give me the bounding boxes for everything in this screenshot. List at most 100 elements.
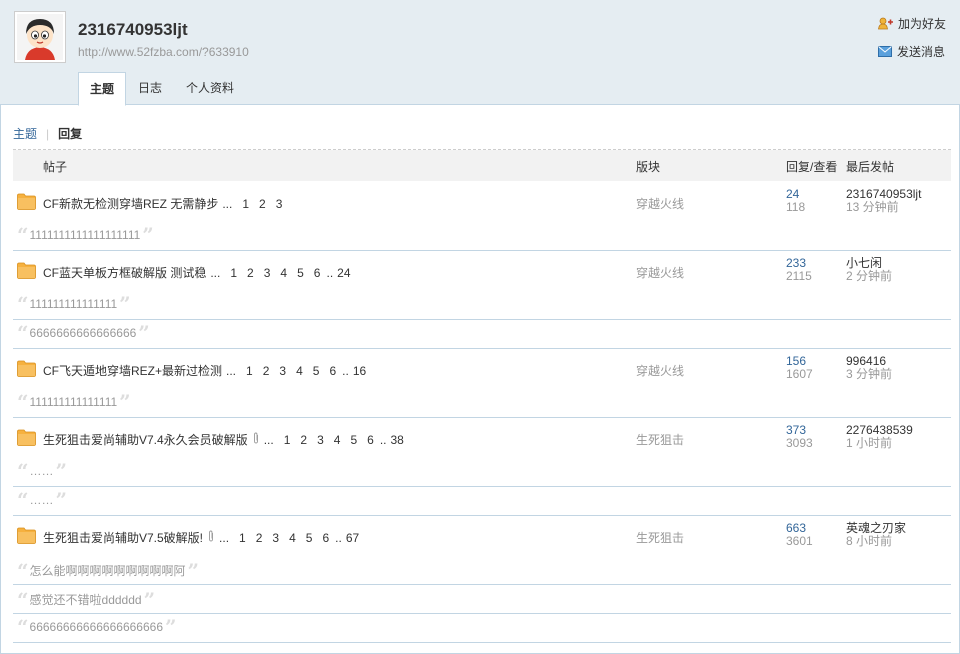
reply-text[interactable]: 111111111111111 [30, 297, 118, 311]
page-link[interactable]: 1 [242, 197, 249, 211]
last-page-link[interactable]: 16 [353, 364, 366, 378]
pager-gap: .. [326, 265, 334, 280]
page-link[interactable]: 2 [259, 197, 266, 211]
page-link[interactable]: 1 [239, 531, 246, 545]
avatar-image [17, 14, 63, 60]
thread-title-link[interactable]: CF新款无检测穿墙REZ 无需静步 [43, 195, 218, 212]
reply-text[interactable]: 怎么能啊啊啊啊啊啊啊啊啊阿 [30, 562, 186, 579]
page-link[interactable]: 3 [317, 433, 324, 447]
username: 2316740953ljt [78, 20, 188, 39]
page-link[interactable]: 4 [296, 364, 303, 378]
page-link[interactable]: 5 [350, 433, 357, 447]
last-page-link[interactable]: 67 [346, 531, 359, 545]
last-post-time: 3 分钟前 [846, 367, 893, 381]
page-link[interactable]: 1 [230, 266, 237, 280]
last-page-link[interactable]: 24 [337, 266, 350, 280]
page-link[interactable]: 6 [322, 531, 329, 545]
open-quote-icon: “ [17, 321, 29, 345]
user-url[interactable]: http://www.52fzba.com/?633910 [78, 45, 249, 59]
page-link[interactable]: 2 [263, 364, 270, 378]
profile-tabs: 主题 日志 个人资料 [78, 72, 246, 106]
thread-title-link[interactable]: CF蓝天单板方框破解版 测试稳 [43, 264, 206, 281]
tab-threads[interactable]: 主题 [78, 72, 127, 106]
close-quote-icon: ” [142, 223, 154, 247]
page-link[interactable]: 1 [284, 433, 291, 447]
close-quote-icon: ” [187, 558, 200, 583]
reply-text[interactable]: 6666666666666666 [30, 326, 137, 340]
avatar[interactable] [14, 11, 66, 63]
page-link[interactable]: 3 [264, 266, 271, 280]
reply-quote-row: “感觉还不错啦dddddd” [13, 585, 951, 614]
page-link[interactable]: 2 [247, 266, 254, 280]
subnav-threads-link[interactable]: 主题 [13, 125, 37, 142]
page-link[interactable]: 2 [300, 433, 307, 447]
page-link[interactable]: 3 [272, 531, 279, 545]
folder-icon [17, 262, 36, 279]
table-row: CF蓝天单板方框破解版 测试稳... 1 2 3 4 5 6.. 24 穿越火线 233 2115 小… [13, 251, 951, 291]
add-friend-button[interactable]: 加为好友 [878, 15, 946, 32]
tab-profile[interactable]: 个人资料 [174, 72, 246, 105]
reply-text[interactable]: …… [30, 493, 54, 507]
last-post-time: 8 小时前 [846, 534, 893, 548]
header-replies-views: 回复/查看 [786, 160, 838, 174]
header-post: 帖子 [43, 160, 68, 174]
open-quote-icon: “ [17, 488, 29, 512]
reply-quote: “66666666666666666666” [17, 615, 177, 639]
view-count: 3601 [786, 534, 813, 548]
open-quote-icon: “ [17, 223, 29, 247]
reply-quote-row: “1111111111111111111” [13, 222, 951, 251]
last-page-link[interactable]: 38 [391, 433, 404, 447]
reply-text[interactable]: …… [30, 464, 54, 478]
pager-ellipsis: ... [222, 196, 233, 211]
paperclip-icon [207, 530, 215, 545]
send-message-button[interactable]: 发送消息 [878, 43, 945, 60]
reply-text[interactable]: 1111111111111111111 [30, 228, 141, 242]
view-count: 3093 [786, 436, 813, 450]
last-post-time: 13 分钟前 [846, 200, 899, 214]
view-count: 1607 [786, 367, 813, 381]
close-quote-icon: ” [165, 615, 177, 639]
last-post-time: 1 小时前 [846, 436, 893, 450]
thread-title-cell: 生死狙击爱尚辅助V7.4永久会员破解版... 1 2 3 4 5 6.. 38 [43, 431, 404, 448]
table-row: CF飞天遁地穿墙REZ+最新过检测... 1 2 3 4 5 6.. 16 穿越火线 1 56 160… [13, 349, 951, 389]
close-quote-icon: ” [119, 390, 131, 414]
forum-link[interactable]: 穿越火线 [636, 362, 684, 379]
table-row: 生死狙击爱尚辅助V7.4永久会员破解版... 1 2 3 4 5 6.. 38 生死狙击 373 3… [13, 418, 951, 458]
table-row: 生死狙击爱尚辅助V7.5破解版!... 1 2 3 4 5 6.. 67 生死狙击 663 3601… [13, 516, 951, 556]
forum-link[interactable]: 生死狙击 [636, 431, 684, 448]
page-link[interactable]: 5 [313, 364, 320, 378]
page-link[interactable]: 4 [334, 433, 341, 447]
page-link[interactable]: 5 [297, 266, 304, 280]
forum-link[interactable]: 穿越火线 [636, 195, 684, 212]
thread-title-link[interactable]: 生死狙击爱尚辅助V7.4永久会员破解版 [43, 431, 248, 448]
page-link[interactable]: 6 [367, 433, 374, 447]
pager-ellipsis: ... [263, 432, 274, 447]
page-link[interactable]: 6 [314, 266, 321, 280]
close-quote-icon: ” [138, 321, 150, 345]
folder-icon [17, 360, 36, 377]
thread-title-link[interactable]: 生死狙击爱尚辅助V7.5破解版! [43, 529, 203, 546]
pager-gap: .. [335, 530, 342, 545]
forum-link[interactable]: 生死狙击 [636, 529, 684, 546]
page-link[interactable]: 4 [280, 266, 287, 280]
thread-title-link[interactable]: CF飞天遁地穿墙REZ+最新过检测 [43, 362, 222, 379]
subnav-separator: | [46, 126, 50, 141]
page-link[interactable]: 4 [289, 531, 296, 545]
reply-quote-row: “111111111111111” [13, 291, 951, 320]
subnav-replies-current[interactable]: 回复 [58, 125, 82, 142]
tab-blog[interactable]: 日志 [126, 72, 174, 105]
page-link[interactable]: 3 [279, 364, 286, 378]
reply-text[interactable]: 66666666666666666666 [30, 620, 163, 634]
page-link[interactable]: 5 [306, 531, 313, 545]
forum-link[interactable]: 穿越火线 [636, 264, 684, 281]
folder-icon [17, 193, 36, 210]
page-link[interactable]: 1 [246, 364, 253, 378]
page-link[interactable]: 3 [276, 197, 283, 211]
page-link[interactable]: 2 [256, 531, 263, 545]
profile-header: 2316740953ljt http://www.52fzba.com/?633… [0, 0, 960, 106]
page-link[interactable]: 6 [329, 364, 336, 378]
reply-text[interactable]: 111111111111111 [30, 395, 118, 409]
thread-title-cell: 生死狙击爱尚辅助V7.5破解版!... 1 2 3 4 5 6.. 67 [43, 529, 359, 546]
folder-icon [17, 429, 36, 446]
reply-text[interactable]: 感觉还不错啦dddddd [30, 591, 142, 608]
